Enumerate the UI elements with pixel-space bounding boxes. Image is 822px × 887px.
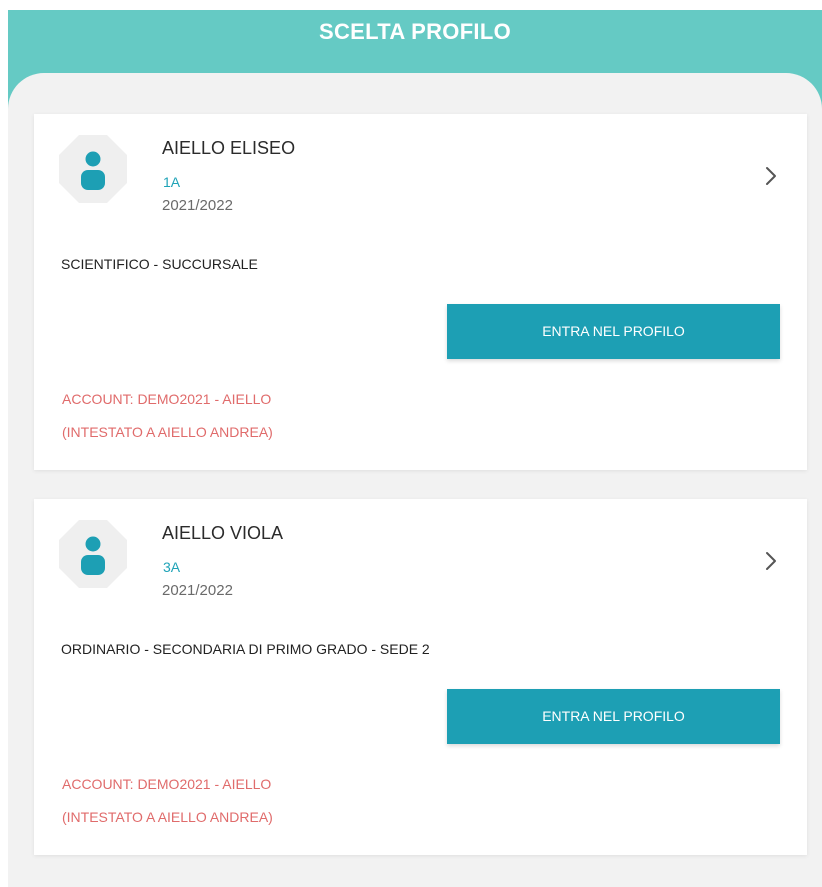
profile-school-year: 2021/2022: [162, 197, 233, 214]
profile-class: 1A: [163, 174, 181, 190]
profile-card[interactable]: AIELLO VIOLA 3A 2021/2022 ORDINARIO - SE…: [34, 499, 807, 855]
profile-class: 3A: [163, 559, 181, 575]
profile-name: AIELLO ELISEO: [162, 138, 296, 158]
page-title: SCELTA PROFILO: [318, 19, 511, 44]
enter-profile-button[interactable]: ENTRA NEL PROFILO: [447, 689, 780, 744]
user-icon: [59, 135, 127, 203]
profile-account: ACCOUNT: DEMO2021 - AIELLO: [62, 391, 272, 407]
enter-profile-button[interactable]: ENTRA NEL PROFILO: [447, 304, 780, 359]
profile-school: SCIENTIFICO - SUCCURSALE: [61, 256, 258, 272]
profile-account-owner: (INTESTATO A AIELLO ANDREA): [62, 809, 273, 825]
profile-account: ACCOUNT: DEMO2021 - AIELLO: [62, 776, 272, 792]
profile-account-owner: (INTESTATO A AIELLO ANDREA): [62, 424, 273, 440]
chevron-right-icon[interactable]: [761, 164, 781, 188]
profile-school: ORDINARIO - SECONDARIA DI PRIMO GRADO - …: [61, 641, 430, 657]
profile-name: AIELLO VIOLA: [162, 523, 284, 543]
profile-school-year: 2021/2022: [162, 582, 233, 599]
user-icon: [59, 520, 127, 588]
chevron-right-icon[interactable]: [761, 549, 781, 573]
profile-list-panel: AIELLO ELISEO 1A 2021/2022 SCIENTIFICO -…: [8, 73, 822, 887]
app-screen: SCELTA PROFILO AIELLO ELISEO 1A 2021/202…: [8, 10, 822, 887]
profile-card[interactable]: AIELLO ELISEO 1A 2021/2022 SCIENTIFICO -…: [34, 114, 807, 470]
